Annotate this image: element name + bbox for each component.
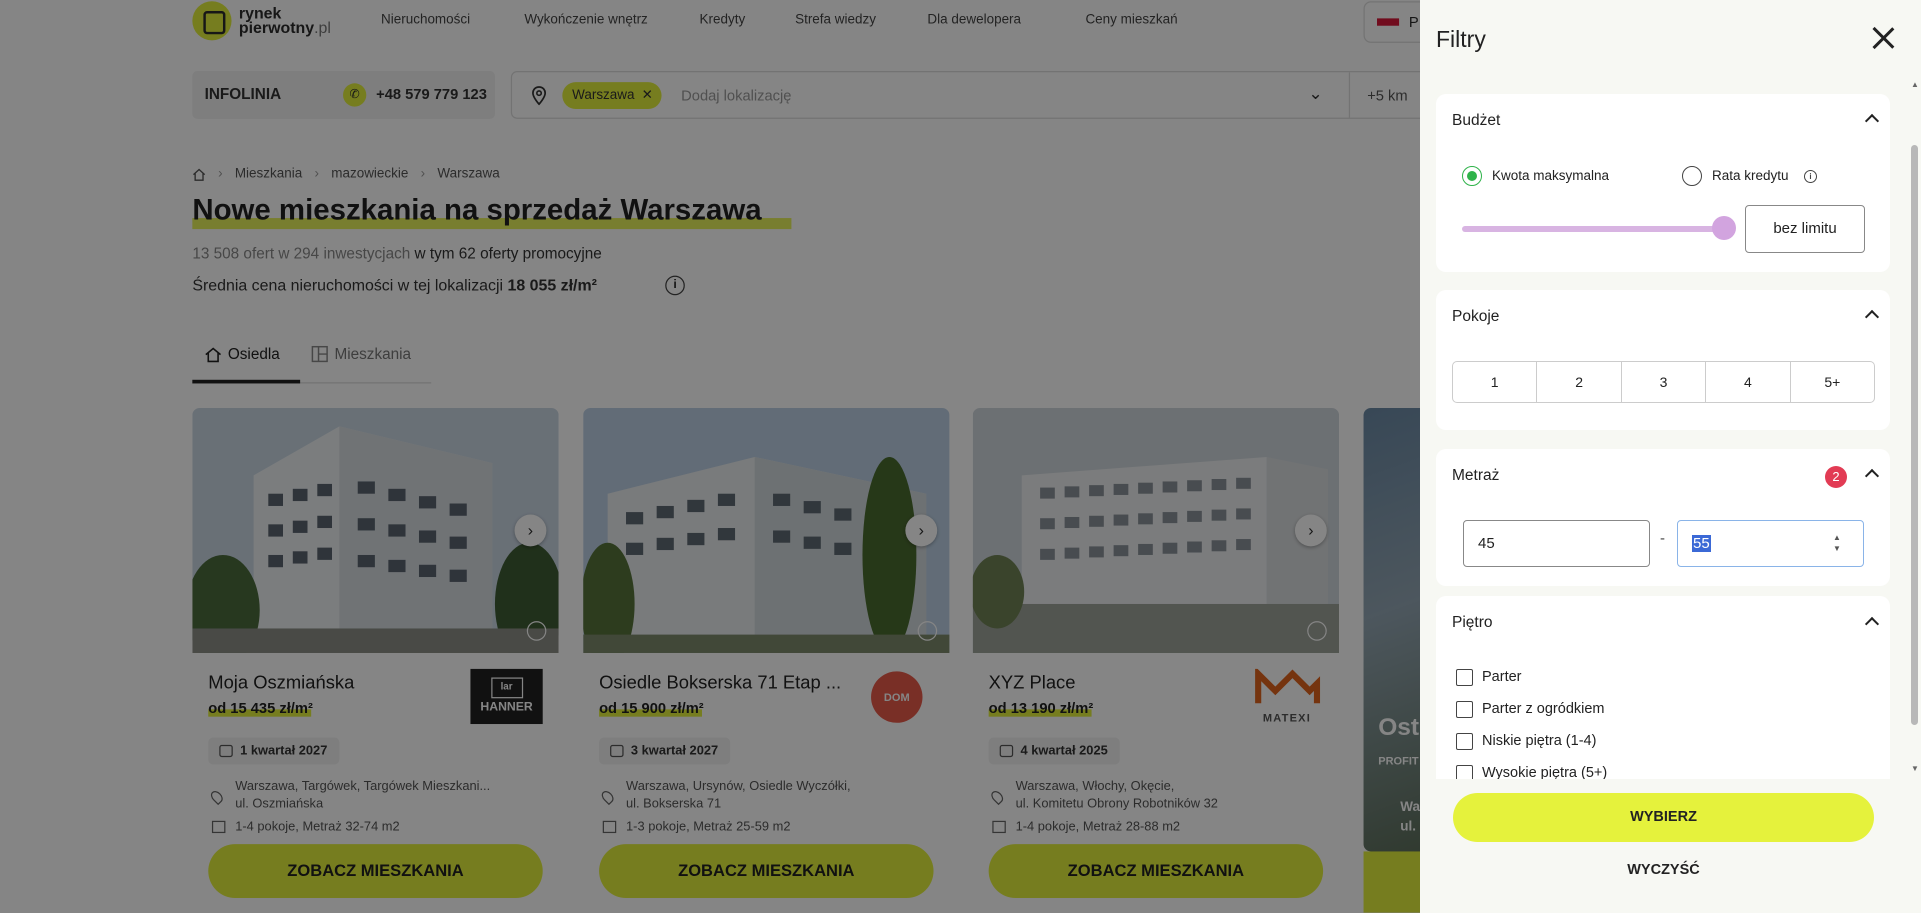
room-option-4[interactable]: 4 [1706, 362, 1791, 402]
checkbox-low-floors[interactable] [1456, 733, 1473, 750]
active-filters-badge: 2 [1825, 466, 1847, 488]
rooms-selector: 1 2 3 4 5+ [1452, 361, 1875, 403]
apply-filters-button[interactable]: WYBIERZ [1453, 793, 1874, 842]
room-option-2[interactable]: 2 [1537, 362, 1622, 402]
scroll-up-arrow[interactable]: ▲ [1911, 80, 1919, 89]
radio-max-amount[interactable] [1462, 166, 1482, 186]
room-option-3[interactable]: 3 [1622, 362, 1707, 402]
area-max-value: 55 [1692, 535, 1711, 552]
range-separator: - [1660, 530, 1665, 547]
chevron-up-icon[interactable] [1865, 467, 1878, 480]
budget-slider-handle[interactable] [1712, 216, 1736, 240]
number-spinner-icon[interactable]: ▲ ▼ [1833, 532, 1841, 554]
floor-title[interactable]: Piętro [1452, 614, 1493, 632]
drawer-title: Filtry [1436, 26, 1486, 52]
checkbox-parter-garden-label[interactable]: Parter z ogródkiem [1482, 701, 1605, 717]
budget-value-input[interactable]: bez limitu [1745, 205, 1865, 253]
chevron-up-icon[interactable] [1865, 112, 1878, 125]
room-option-1[interactable]: 1 [1453, 362, 1538, 402]
checkbox-parter[interactable] [1456, 669, 1473, 686]
checkbox-high-floors[interactable] [1456, 765, 1473, 779]
chevron-up-icon[interactable] [1865, 615, 1878, 628]
checkbox-parter-garden[interactable] [1456, 701, 1473, 718]
radio-max-amount-label[interactable]: Kwota maksymalna [1492, 168, 1609, 183]
area-min-input[interactable]: 45 [1463, 520, 1650, 567]
rooms-title[interactable]: Pokoje [1452, 308, 1499, 326]
checkbox-parter-label[interactable]: Parter [1482, 669, 1522, 685]
radio-loan-installment-label[interactable]: Rata kredytu [1712, 168, 1789, 183]
checkbox-low-floors-label[interactable]: Niskie piętra (1-4) [1482, 733, 1596, 749]
budget-slider-track[interactable] [1462, 226, 1724, 232]
close-icon[interactable] [1871, 26, 1895, 50]
checkbox-high-floors-label[interactable]: Wysokie piętra (5+) [1482, 765, 1607, 779]
room-option-5-plus[interactable]: 5+ [1791, 362, 1874, 402]
scroll-down-arrow[interactable]: ▼ [1911, 764, 1919, 773]
area-title[interactable]: Metraż [1452, 467, 1499, 485]
page-root: rynek pierwotny.pl Nieruchomości Wykończ… [0, 0, 1921, 913]
info-icon[interactable]: i [1804, 170, 1817, 183]
clear-filters-button[interactable]: WYCZYŚĆ [1453, 855, 1874, 885]
chevron-up-icon[interactable] [1865, 308, 1878, 321]
filters-drawer: Filtry Budżet Kwota maksymalna Rata kred… [1420, 0, 1921, 913]
radio-loan-installment[interactable] [1682, 166, 1702, 186]
floor-section: Piętro Parter Parter z ogródkiem Niskie … [1436, 596, 1890, 779]
drawer-scrollbar-thumb[interactable] [1911, 145, 1918, 725]
rooms-section: Pokoje [1436, 290, 1890, 430]
budget-title[interactable]: Budżet [1452, 112, 1500, 130]
